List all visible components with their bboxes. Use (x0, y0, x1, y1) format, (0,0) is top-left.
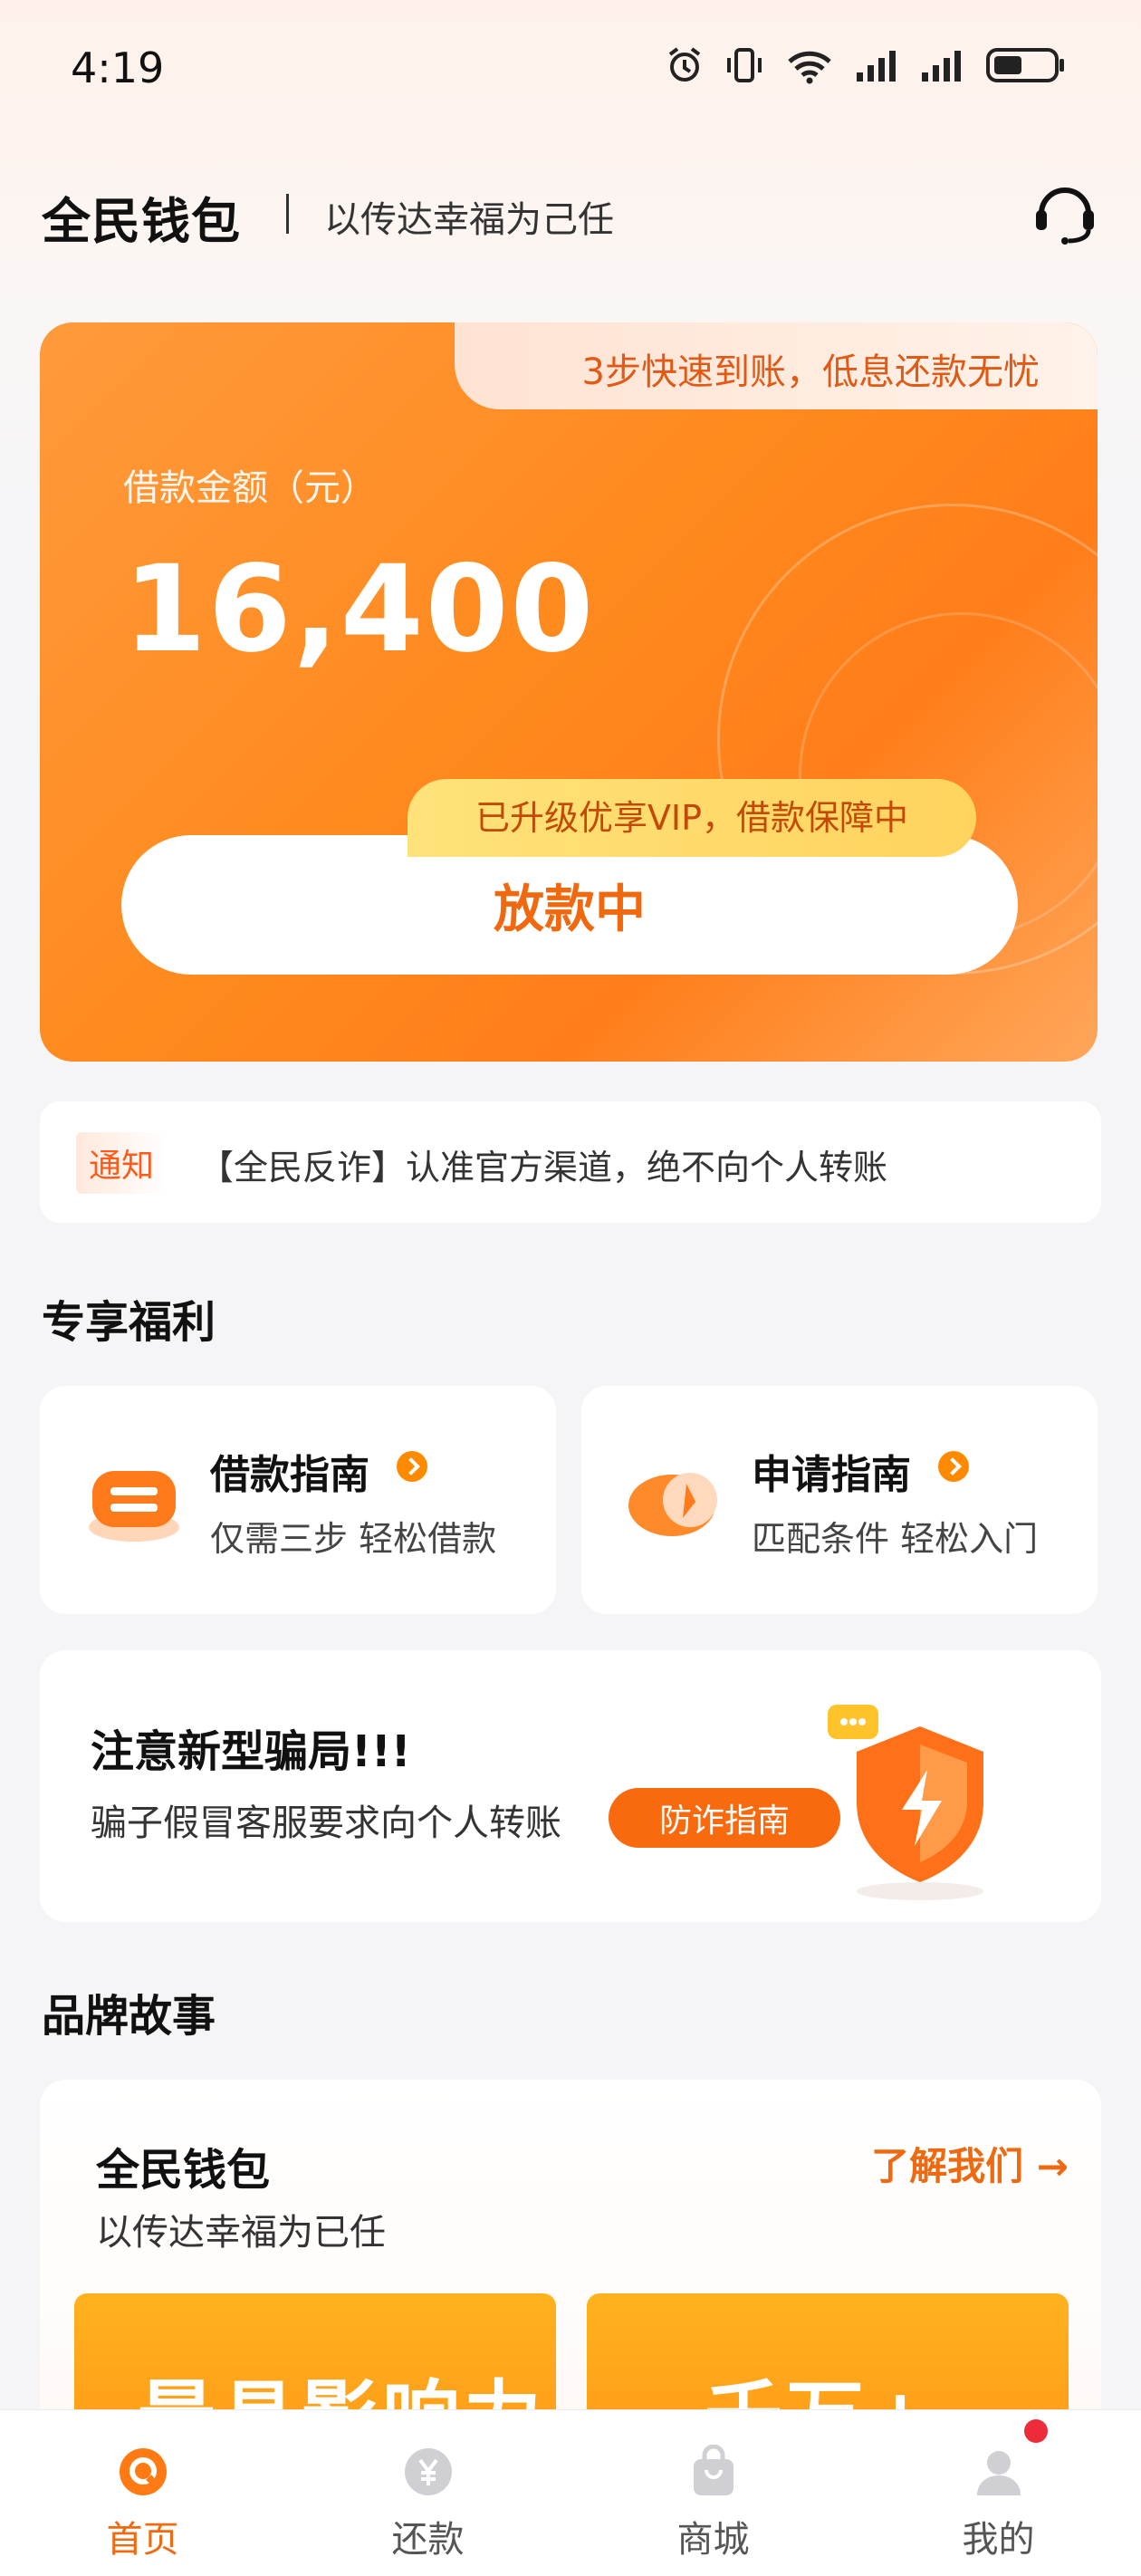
apply-guide-card[interactable]: 申请指南 匹配条件 轻松入门 (581, 1386, 1098, 1614)
vibrate-icon (727, 48, 762, 82)
scam-alert-card[interactable]: 注意新型骗局!!! 骗子假冒客服要求向个人转账 防诈指南 (40, 1650, 1101, 1922)
notification-dot (1024, 2419, 1048, 2443)
shield-icon (828, 1705, 983, 1900)
nav-label: 还款 (391, 2519, 465, 2561)
vip-badge: 已升级优享VIP，借款保障中 (408, 779, 976, 857)
loan-hero-card: 3步快速到账，低息还款无忧 借款金额（元） 16,400 放款中 已升级优享VI… (40, 322, 1098, 1062)
bottom-nav: 首页 还款 商城 我的 (0, 2409, 1141, 2576)
mall-icon (694, 2445, 734, 2495)
repay-icon (405, 2448, 452, 2495)
title-divider (286, 194, 289, 234)
brand-section-title: 品牌故事 (42, 1991, 216, 2042)
battery-icon (986, 48, 1064, 82)
signal-icon (922, 51, 961, 82)
scam-alert-title: 注意新型骗局!!! (91, 1726, 411, 1777)
about-us-link[interactable]: 了解我们 → (871, 2136, 1069, 2191)
brand-subtitle: 以传达幸福为已任 (96, 2212, 386, 2254)
nav-home[interactable]: 首页 (0, 2410, 285, 2576)
benefits-section-title: 专享福利 (42, 1297, 216, 1348)
signal-icon (857, 51, 896, 82)
customer-service-icon[interactable] (1029, 178, 1101, 250)
notice-bar[interactable]: 通知 【全民反诈】认准官方渠道，绝不向个人转账 (40, 1101, 1101, 1223)
scam-alert-subtitle: 骗子假冒客服要求向个人转账 (91, 1802, 561, 1844)
nav-repay[interactable]: 还款 (285, 2410, 570, 2576)
apply-guide-icon (628, 1473, 717, 1536)
chevron-right-icon (938, 1451, 969, 1482)
hero-tagline: 3步快速到账，低息还款无忧 (581, 351, 1040, 393)
notice-tag: 通知 (76, 1132, 168, 1194)
wifi-6-icon (788, 51, 831, 84)
benefit-title: 借款指南 (210, 1452, 369, 1498)
app-title: 全民钱包 (42, 193, 241, 250)
loan-guide-icon (89, 1471, 179, 1542)
loan-guide-card[interactable]: 借款指南 仅需三步 轻松借款 (40, 1386, 556, 1614)
loan-amount: 16,400 (123, 540, 596, 679)
loan-amount-label: 借款金额（元） (123, 467, 377, 509)
nav-profile[interactable]: 我的 (856, 2410, 1141, 2576)
app-header: 全民钱包 以传达幸福为己任 (42, 178, 1101, 250)
status-time: 4:19 (71, 43, 165, 92)
nav-label: 首页 (106, 2519, 179, 2561)
anti-fraud-guide-button[interactable]: 防诈指南 (609, 1788, 840, 1848)
chevron-right-icon (397, 1451, 427, 1482)
benefit-subtitle: 仅需三步 轻松借款 (210, 1519, 497, 1559)
status-bar: 4:19 (0, 0, 1141, 136)
notice-text: 【全民反诈】认准官方渠道，绝不向个人转账 (199, 1148, 888, 1187)
status-icons (665, 45, 1067, 85)
benefit-title: 申请指南 (752, 1452, 911, 1498)
benefit-subtitle: 匹配条件 轻松入门 (752, 1519, 1039, 1559)
nav-mall[interactable]: 商城 (570, 2410, 856, 2576)
home-icon (120, 2448, 167, 2495)
nav-label: 我的 (962, 2519, 1035, 2561)
profile-icon (977, 2451, 1021, 2495)
nav-label: 商城 (676, 2519, 750, 2561)
brand-title: 全民钱包 (96, 2145, 271, 2196)
app-slogan: 以传达幸福为己任 (324, 199, 614, 241)
alarm-icon (668, 47, 701, 82)
